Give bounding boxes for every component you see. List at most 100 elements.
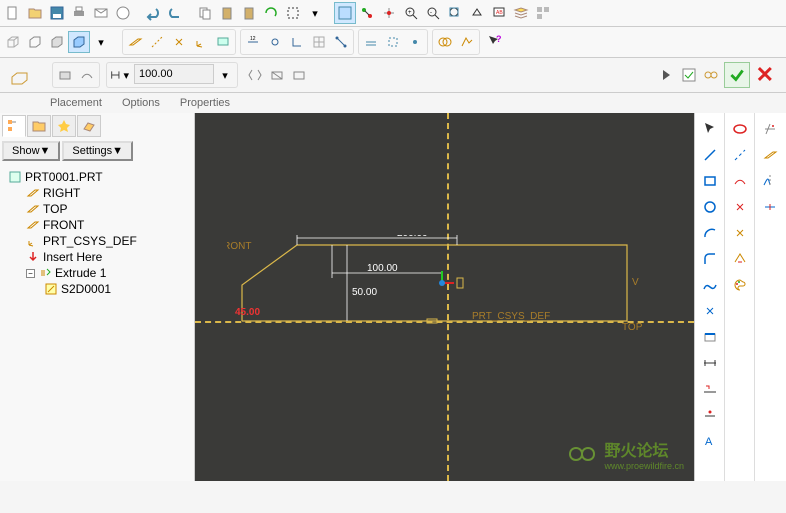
nav-tab-connect[interactable]: [77, 115, 101, 137]
mirror-button[interactable]: [758, 169, 782, 193]
offset-edge-button[interactable]: [728, 169, 752, 193]
named-view-button[interactable]: AB: [488, 2, 510, 24]
rotate-resize-button[interactable]: [728, 247, 752, 271]
reference-button[interactable]: [728, 221, 752, 245]
display-wireframe-button[interactable]: [2, 31, 24, 53]
line-tool-button[interactable]: [698, 143, 722, 167]
layers-button[interactable]: [510, 2, 532, 24]
text-tool-button[interactable]: A: [698, 429, 722, 453]
save-button[interactable]: [46, 2, 68, 24]
play-button[interactable]: [656, 64, 678, 86]
tree-sketch[interactable]: S2D0001: [40, 281, 190, 297]
constraint-display-button[interactable]: [264, 31, 286, 53]
undo-button[interactable]: [142, 2, 164, 24]
section-tool-button[interactable]: [360, 31, 382, 53]
annotation-display-button[interactable]: [212, 31, 234, 53]
display-nohidden-button[interactable]: [46, 31, 68, 53]
tab-options[interactable]: Options: [122, 97, 160, 109]
point-display-button[interactable]: [168, 31, 190, 53]
nav-tab-favorites[interactable]: [52, 115, 76, 137]
paste-special-button[interactable]: [238, 2, 260, 24]
copy-button[interactable]: [194, 2, 216, 24]
point-tool-button[interactable]: [698, 299, 722, 323]
feasibility-button[interactable]: [456, 31, 478, 53]
constraint-tool-button[interactable]: [698, 403, 722, 427]
solid-extrude-button[interactable]: [54, 64, 76, 86]
cancel-button[interactable]: ✕: [752, 62, 778, 88]
perp-display-button[interactable]: [286, 31, 308, 53]
vertex-display-button[interactable]: [330, 31, 352, 53]
spline-tool-button[interactable]: [698, 273, 722, 297]
new-button[interactable]: [2, 2, 24, 24]
depth-dropdown[interactable]: ▾: [214, 64, 236, 86]
select-dropdown[interactable]: ▾: [304, 2, 326, 24]
redo-button[interactable]: [164, 2, 186, 24]
trim-button[interactable]: [758, 117, 782, 141]
tree-root[interactable]: PRT0001.PRT: [4, 169, 190, 185]
divide-button[interactable]: [758, 195, 782, 219]
orient-button[interactable]: [466, 2, 488, 24]
view-manager-button[interactable]: [532, 2, 554, 24]
snap-button[interactable]: [378, 2, 400, 24]
tree-feature-extrude[interactable]: −Extrude 1: [22, 265, 190, 281]
tree-insert-here[interactable]: Insert Here: [22, 249, 190, 265]
preview-checkbox[interactable]: [678, 64, 700, 86]
dim-display-button[interactable]: 12: [242, 31, 264, 53]
thicken-button[interactable]: [288, 64, 310, 86]
tree-datum-front[interactable]: FRONT: [22, 217, 190, 233]
collapse-icon[interactable]: −: [26, 269, 35, 278]
palette-button[interactable]: [728, 273, 752, 297]
print-button[interactable]: [68, 2, 90, 24]
accept-button[interactable]: [724, 62, 750, 88]
display-shaded-button[interactable]: [68, 31, 90, 53]
csys-display-button[interactable]: [190, 31, 212, 53]
dim-45[interactable]: 45.00: [235, 307, 260, 318]
depth-value-input[interactable]: [134, 64, 214, 84]
plane-display-button[interactable]: [124, 31, 146, 53]
ref-tool-button[interactable]: [382, 31, 404, 53]
extend-button[interactable]: [758, 143, 782, 167]
zoom-out-button[interactable]: -: [422, 2, 444, 24]
display-dropdown[interactable]: ▾: [90, 31, 112, 53]
tree-show-button[interactable]: Show ▼: [2, 141, 60, 161]
grid-display-button[interactable]: [308, 31, 330, 53]
centerline-button[interactable]: [728, 143, 752, 167]
zoom-in-button[interactable]: +: [400, 2, 422, 24]
filter-geom-button[interactable]: [334, 2, 356, 24]
modify-dim-button[interactable]: [698, 377, 722, 401]
email-button[interactable]: [90, 2, 112, 24]
dim-50[interactable]: 50.00: [352, 287, 377, 298]
ellipse-tool-button[interactable]: [728, 117, 752, 141]
tab-properties[interactable]: Properties: [180, 97, 230, 109]
tab-placement[interactable]: Placement: [50, 97, 102, 109]
tree-csys[interactable]: PRT_CSYS_DEF: [22, 233, 190, 249]
circle-tool-button[interactable]: [698, 195, 722, 219]
construction-point-button[interactable]: [728, 195, 752, 219]
display-hidden-button[interactable]: [24, 31, 46, 53]
arc-tool-button[interactable]: [698, 221, 722, 245]
rectangle-tool-button[interactable]: [698, 169, 722, 193]
select-tool-button[interactable]: [698, 117, 722, 141]
axis-display-button[interactable]: [146, 31, 168, 53]
tree-datum-top[interactable]: TOP: [22, 201, 190, 217]
dim-100[interactable]: 100.00: [367, 263, 398, 274]
tree-datum-right[interactable]: RIGHT: [22, 185, 190, 201]
flip-button[interactable]: [244, 64, 266, 86]
regen-button[interactable]: [260, 2, 282, 24]
paste-button[interactable]: [216, 2, 238, 24]
constraint-toggle-button[interactable]: [356, 2, 378, 24]
nav-tab-tree[interactable]: [2, 115, 26, 137]
intersect-button[interactable]: [434, 31, 456, 53]
graphics-viewport[interactable]: 200.00 100.00 50.00 45.00 FRONT PRT_CSYS…: [195, 113, 694, 481]
snap-grid-button[interactable]: [404, 31, 426, 53]
dim-200[interactable]: 200.00: [397, 235, 428, 239]
help-button[interactable]: [112, 2, 134, 24]
glasses-icon[interactable]: [700, 64, 722, 86]
nav-tab-folder[interactable]: [27, 115, 51, 137]
select-window-button[interactable]: [282, 2, 304, 24]
tree-settings-button[interactable]: Settings ▼: [62, 141, 133, 161]
remove-material-button[interactable]: [266, 64, 288, 86]
open-button[interactable]: [24, 2, 46, 24]
zoom-fit-button[interactable]: [444, 2, 466, 24]
fillet-tool-button[interactable]: [698, 247, 722, 271]
